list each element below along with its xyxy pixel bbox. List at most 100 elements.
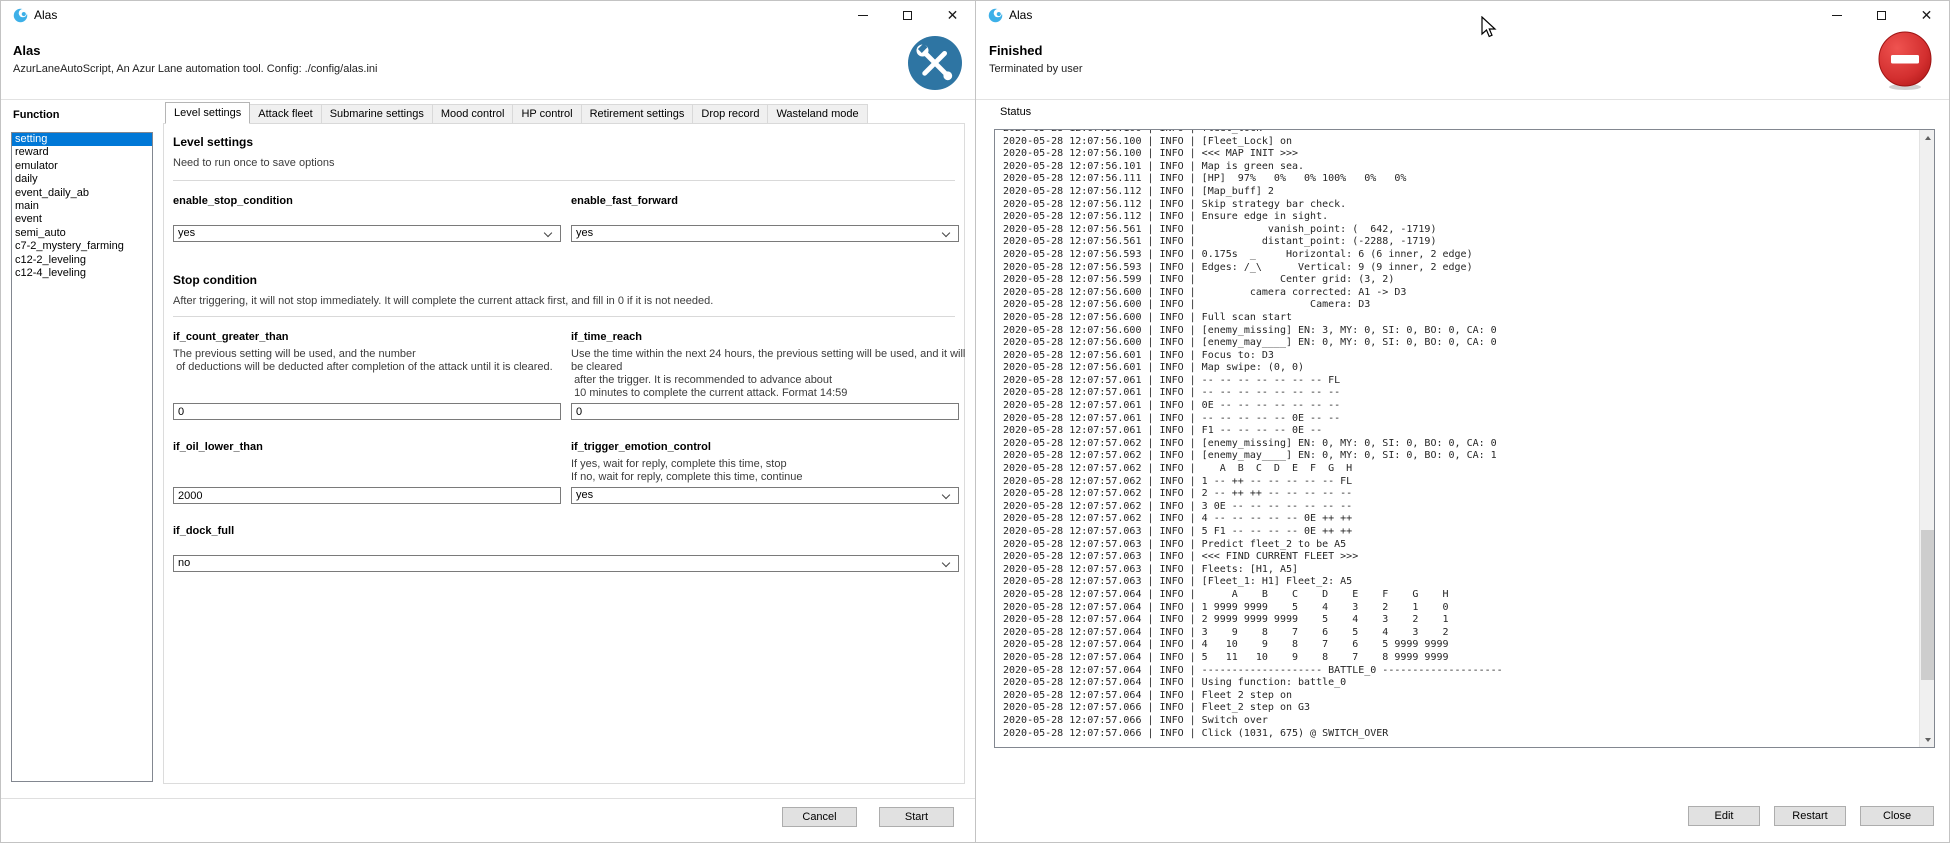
- titlebar[interactable]: Alas ✕: [976, 1, 1949, 29]
- settings-tabstrip: Level settings Attack fleet Submarine se…: [165, 102, 868, 124]
- scroll-up-icon[interactable]: [1920, 130, 1935, 145]
- log-line: 2020-05-28 12:07:57.061 | INFO | -- -- -…: [1003, 387, 1918, 400]
- function-listbox[interactable]: setting reward emulator daily event_dail…: [11, 132, 153, 782]
- log-scrollbar[interactable]: [1919, 130, 1934, 747]
- log-line: 2020-05-28 12:07:57.062 | INFO | [enemy_…: [1003, 450, 1918, 463]
- log-line: 2020-05-28 12:07:57.063 | INFO | 5 F1 --…: [1003, 526, 1918, 539]
- log-line: 2020-05-28 12:07:56.112 | INFO | Ensure …: [1003, 211, 1918, 224]
- function-list-item[interactable]: reward: [12, 146, 152, 159]
- divider: [173, 316, 955, 317]
- log-line: 2020-05-28 12:07:57.062 | INFO | 2 -- ++…: [1003, 488, 1918, 501]
- log-line: 2020-05-28 12:07:57.066 | INFO | Switch …: [1003, 715, 1918, 728]
- if-trigger-emotion-select[interactable]: yes: [571, 487, 959, 504]
- cancel-button[interactable]: Cancel: [782, 807, 857, 827]
- log-line: 2020-05-28 12:07:57.061 | INFO | -- -- -…: [1003, 413, 1918, 426]
- log-line: 2020-05-28 12:07:56.601 | INFO | Focus t…: [1003, 350, 1918, 363]
- log-line: 2020-05-28 12:07:57.062 | INFO | 4 -- --…: [1003, 513, 1918, 526]
- alas-logo-icon: [13, 8, 28, 23]
- selected-value: no: [178, 557, 190, 569]
- log-line: 2020-05-28 12:07:56.593 | INFO | Edges: …: [1003, 262, 1918, 275]
- log-line: 2020-05-28 12:07:56.593 | INFO | 0.175s …: [1003, 249, 1918, 262]
- close-icon[interactable]: ✕: [1904, 1, 1949, 29]
- minimize-icon[interactable]: [1814, 1, 1859, 29]
- if-count-input[interactable]: [173, 403, 561, 420]
- function-list-item[interactable]: c12-4_leveling: [12, 267, 152, 280]
- settings-tab[interactable]: HP control: [513, 104, 581, 124]
- close-button[interactable]: Close: [1860, 806, 1934, 826]
- log-line: 2020-05-28 12:07:57.063 | INFO | Predict…: [1003, 539, 1918, 552]
- chevron-down-icon: [942, 229, 950, 237]
- level-settings-panel: [163, 123, 965, 784]
- if-trigger-emotion-description: If yes, wait for reply, complete this ti…: [571, 458, 979, 484]
- settings-tab[interactable]: Attack fleet: [250, 104, 321, 124]
- settings-tab[interactable]: Level settings: [165, 102, 250, 124]
- settings-tab[interactable]: Drop record: [693, 104, 768, 124]
- if-dock-full-select[interactable]: no: [173, 555, 959, 572]
- if-count-description: The previous setting will be used, and t…: [173, 348, 623, 374]
- log-line: 2020-05-28 12:07:56.111 | INFO | [HP] 97…: [1003, 173, 1918, 186]
- maximize-icon[interactable]: [885, 1, 930, 29]
- app-subtitle: AzurLaneAutoScript, An Azur Lane automat…: [13, 63, 377, 75]
- maximize-icon[interactable]: [1859, 1, 1904, 29]
- status-group-label: Status: [1000, 106, 1031, 118]
- stop-badge-icon: [1876, 31, 1934, 91]
- log-line: 2020-05-28 12:07:56.600 | INFO | Full sc…: [1003, 312, 1918, 325]
- minimize-icon[interactable]: [840, 1, 885, 29]
- log-line: 2020-05-28 12:07:56.600 | INFO | camera …: [1003, 287, 1918, 300]
- function-list-item[interactable]: main: [12, 200, 152, 213]
- log-line: 2020-05-28 12:07:57.064 | INFO | 3 9 8 7…: [1003, 627, 1918, 640]
- selected-value: yes: [576, 489, 593, 501]
- mouse-cursor: [1480, 16, 1498, 40]
- log-line: 2020-05-28 12:07:57.062 | INFO | 3 0E --…: [1003, 501, 1918, 514]
- function-list-item[interactable]: c12-2_leveling: [12, 254, 152, 267]
- window-title: Alas: [1009, 8, 1032, 22]
- log-line: 2020-05-28 12:07:57.064 | INFO | 4 10 9 …: [1003, 639, 1918, 652]
- log-line: 2020-05-28 12:07:57.062 | INFO | 1 -- ++…: [1003, 476, 1918, 489]
- log-line: 2020-05-28 12:07:57.062 | INFO | A B C D…: [1003, 463, 1918, 476]
- log-line: 2020-05-28 12:07:56.100 | INFO | [Fleet_…: [1003, 136, 1918, 149]
- function-list-item[interactable]: setting: [12, 133, 152, 146]
- function-list-item[interactable]: event_daily_ab: [12, 187, 152, 200]
- function-list-item[interactable]: daily: [12, 173, 152, 186]
- settings-tab[interactable]: Retirement settings: [582, 104, 694, 124]
- log-line: 2020-05-28 12:07:56.599 | INFO | Center …: [1003, 274, 1918, 287]
- log-line: 2020-05-28 12:07:57.064 | INFO | Using f…: [1003, 677, 1918, 690]
- titlebar[interactable]: Alas ✕: [1, 1, 975, 29]
- desktop: Alas ✕ Alas AzurLaneAutoScript, An Azur …: [0, 0, 1950, 843]
- field-label-if-trigger-emotion-control: if_trigger_emotion_control: [571, 441, 711, 453]
- selected-value: yes: [178, 227, 195, 239]
- settings-tab[interactable]: Mood control: [433, 104, 514, 124]
- function-list-item[interactable]: event: [12, 213, 152, 226]
- log-line: 2020-05-28 12:07:57.063 | INFO | [Fleet_…: [1003, 576, 1918, 589]
- scroll-down-icon[interactable]: [1920, 732, 1935, 747]
- settings-tab[interactable]: Wasteland mode: [768, 104, 867, 124]
- log-line: 2020-05-28 12:07:57.061 | INFO | -- -- -…: [1003, 375, 1918, 388]
- function-list-item[interactable]: c7-2_mystery_farming: [12, 240, 152, 253]
- header-divider: [1, 99, 975, 100]
- edit-button[interactable]: Edit: [1688, 806, 1760, 826]
- chevron-down-icon: [544, 229, 552, 237]
- close-icon[interactable]: ✕: [930, 1, 975, 29]
- enable-fast-forward-select[interactable]: yes: [571, 225, 959, 242]
- log-line: 2020-05-28 12:07:56.100 | INFO | fleet_l…: [1003, 129, 1918, 136]
- log-line: 2020-05-28 12:07:56.600 | INFO | [enemy_…: [1003, 325, 1918, 338]
- log-line: 2020-05-28 12:07:56.101 | INFO | Map is …: [1003, 161, 1918, 174]
- if-time-reach-input[interactable]: [571, 403, 959, 420]
- enable-stop-condition-select[interactable]: yes: [173, 225, 561, 242]
- scrollbar-thumb[interactable]: [1921, 530, 1934, 680]
- settings-tab[interactable]: Submarine settings: [322, 104, 433, 124]
- field-label-if-dock-full: if_dock_full: [173, 525, 234, 537]
- status-title: Finished: [989, 43, 1042, 58]
- restart-button[interactable]: Restart: [1774, 806, 1846, 826]
- start-button[interactable]: Start: [879, 807, 954, 827]
- log-line: 2020-05-28 12:07:57.064 | INFO | Fleet 2…: [1003, 690, 1918, 703]
- field-label-enable-fast-forward: enable_fast_forward: [571, 195, 678, 207]
- function-list-item[interactable]: semi_auto: [12, 227, 152, 240]
- log-line: 2020-05-28 12:07:57.063 | INFO | <<< FIN…: [1003, 551, 1918, 564]
- if-oil-lower-than-input[interactable]: [173, 487, 561, 504]
- function-list-item[interactable]: emulator: [12, 160, 152, 173]
- log-output[interactable]: 2020-05-28 12:07:56.100 | INFO | fleet_l…: [994, 129, 1935, 748]
- field-label-if-oil-lower-than: if_oil_lower_than: [173, 441, 263, 453]
- window-alas-config: Alas ✕ Alas AzurLaneAutoScript, An Azur …: [0, 0, 976, 843]
- log-line: 2020-05-28 12:07:56.112 | INFO | Skip st…: [1003, 199, 1918, 212]
